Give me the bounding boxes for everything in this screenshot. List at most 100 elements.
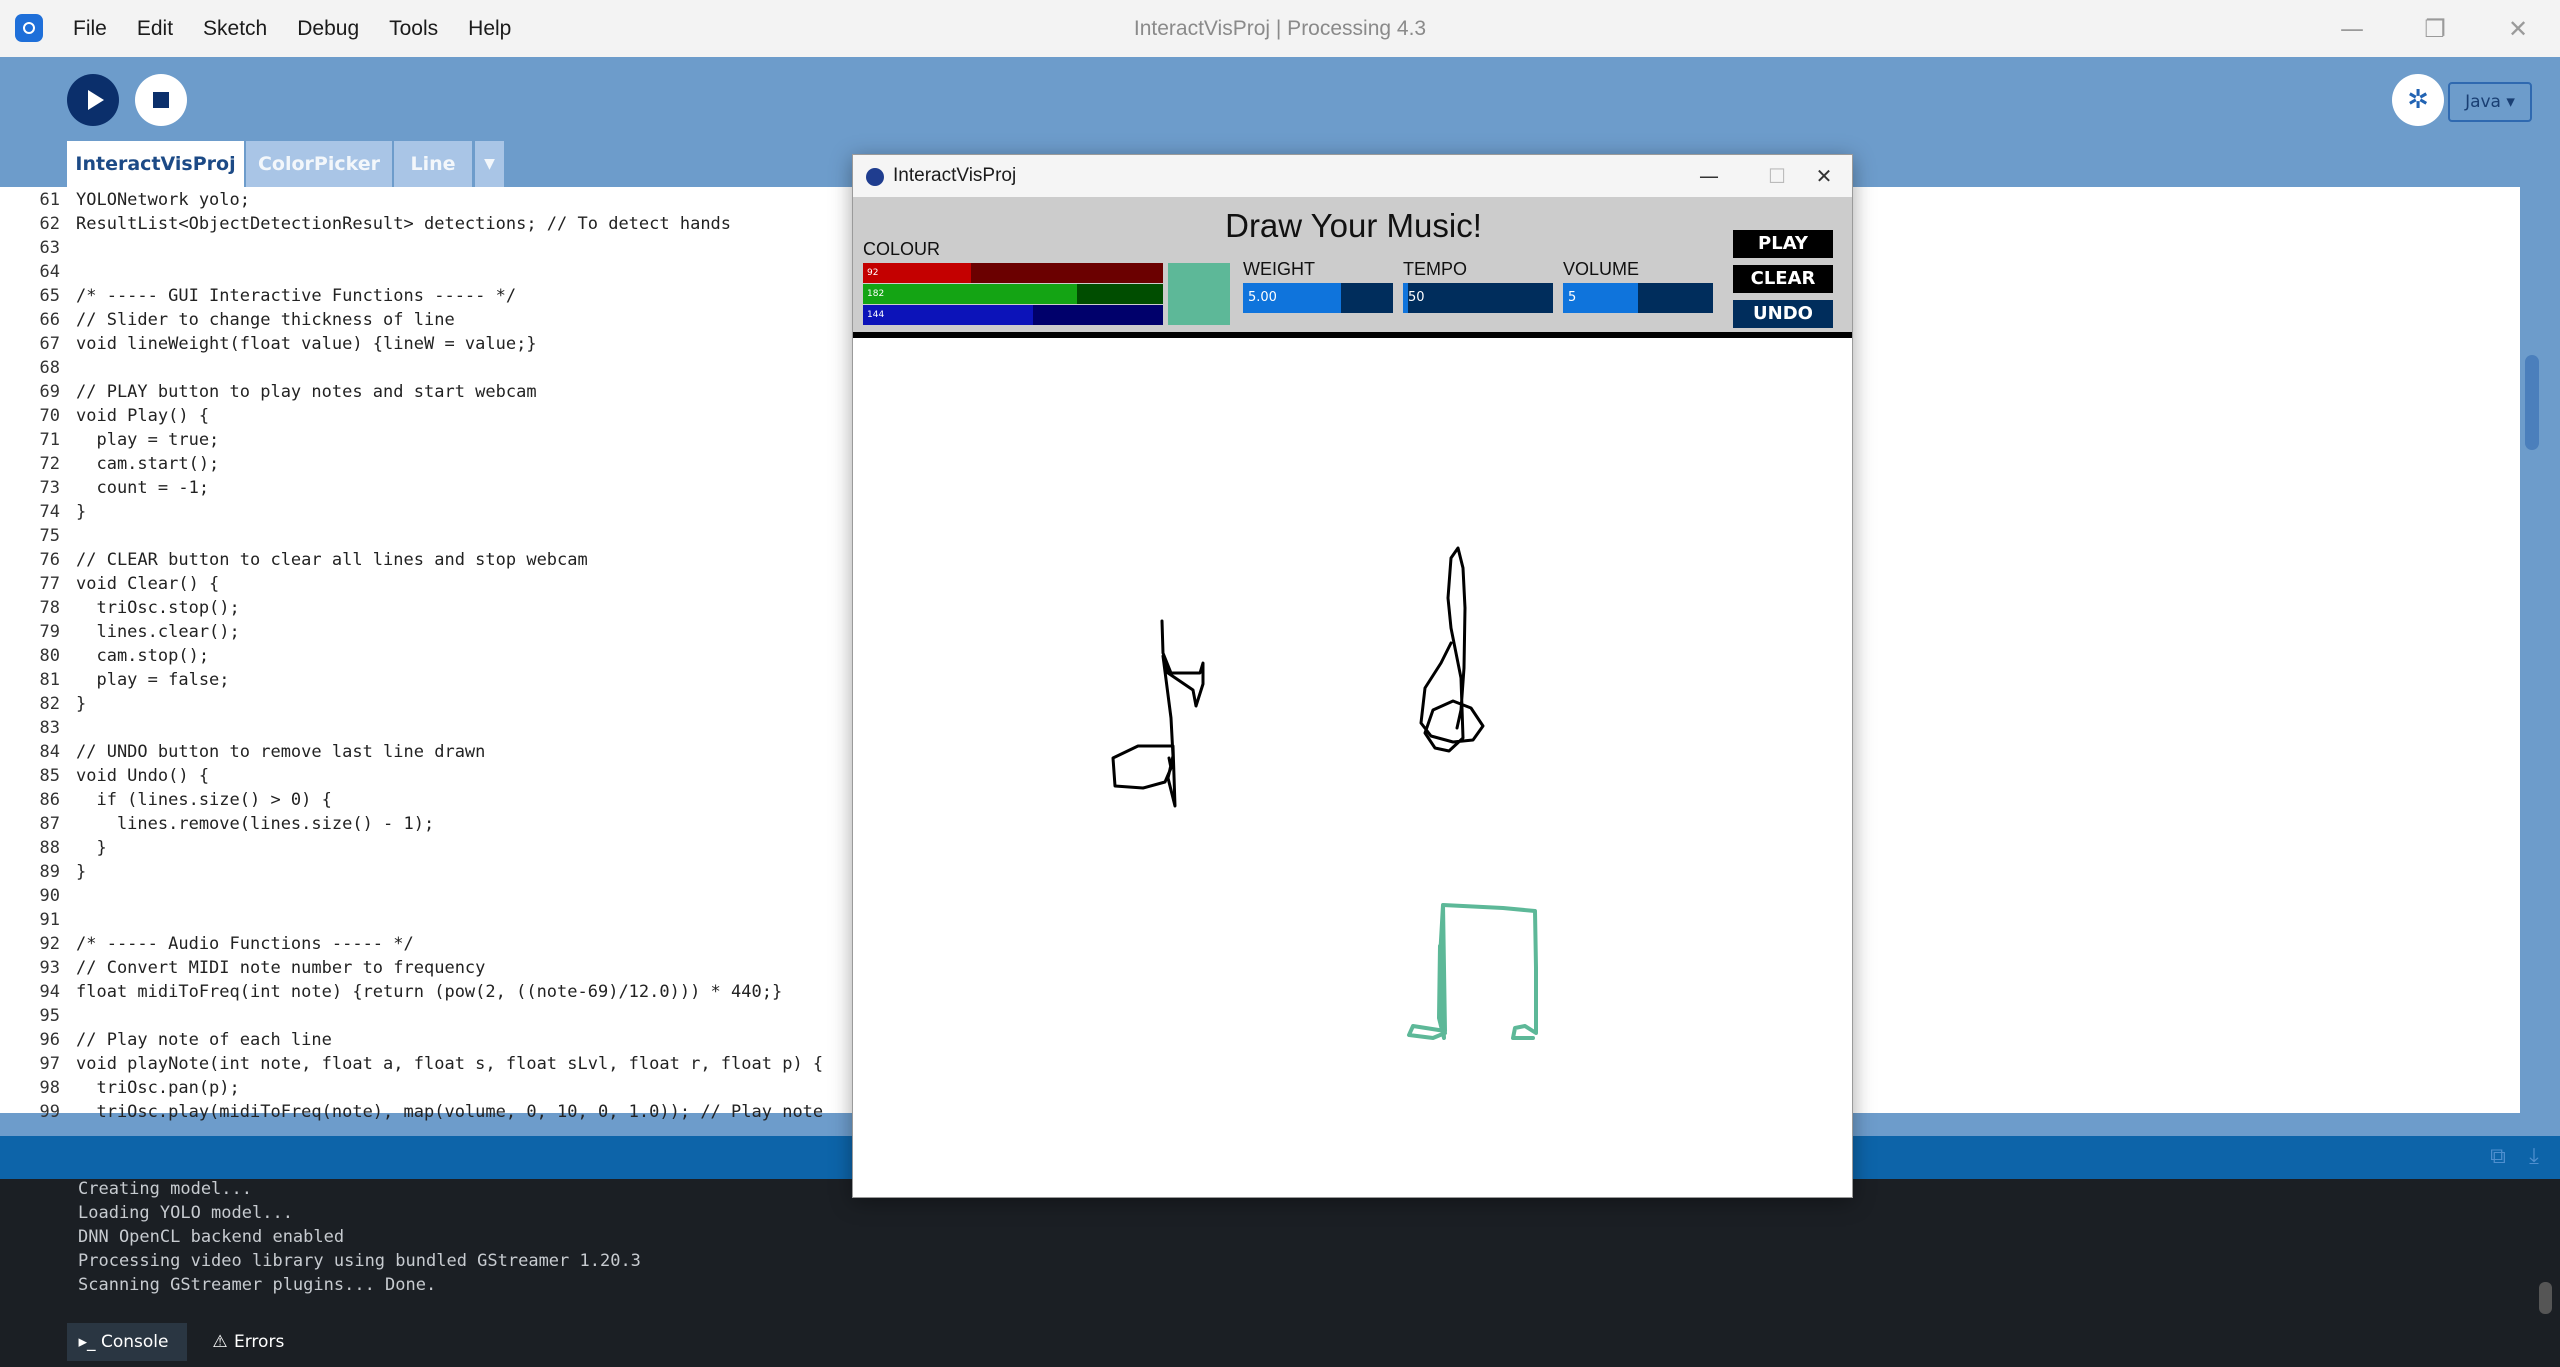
code-line[interactable]: lines.clear(); [76,620,239,644]
menu-debug[interactable]: Debug [282,17,374,41]
sketch-window-title: InteractVisProj [893,165,1017,186]
line-number: 65 [39,286,60,306]
code-line[interactable]: } [76,500,86,524]
code-line[interactable]: triOsc.stop(); [76,596,239,620]
code-line[interactable]: play = false; [76,668,229,692]
menu-tools[interactable]: Tools [374,17,453,41]
console-scrollbar-thumb[interactable] [2539,1282,2552,1314]
code-line[interactable]: void playNote(int note, float a, float s… [76,1052,823,1076]
code-line[interactable]: /* ----- GUI Interactive Functions -----… [76,284,516,308]
code-line[interactable]: void Undo() { [76,764,209,788]
weight-label: WEIGHT [1243,259,1315,279]
mode-selector[interactable]: Java ▾ [2448,82,2532,122]
line-number: 77 [39,574,60,594]
code-line[interactable]: } [76,836,106,860]
sketch-minimize-icon[interactable]: — [1679,155,1739,197]
run-button[interactable] [67,74,119,126]
line-number: 76 [39,550,60,570]
stop-button[interactable] [135,74,187,126]
play-button[interactable]: PLAY [1733,230,1833,258]
code-line[interactable]: // CLEAR button to clear all lines and s… [76,548,588,572]
line-number: 62 [39,214,60,234]
line-number: 96 [39,1030,60,1050]
line-number: 79 [39,622,60,642]
menu-help[interactable]: Help [453,17,526,41]
drawing-canvas[interactable] [853,338,1853,1198]
code-line[interactable]: // UNDO button to remove last line drawn [76,740,485,764]
line-number: 64 [39,262,60,282]
sketch-title-bar[interactable]: InteractVisProj — ☐ ✕ [853,155,1852,197]
console-tab[interactable]: ▸_ Console [67,1323,187,1361]
line-number: 91 [39,910,60,930]
blue-slider-fill [863,305,1033,325]
warning-icon: ⚠ [212,1332,228,1352]
tempo-label: TEMPO [1403,259,1468,279]
line-number: 94 [39,982,60,1002]
code-line[interactable]: // Convert MIDI note number to frequency [76,956,485,980]
code-line[interactable]: void lineWeight(float value) {lineW = va… [76,332,537,356]
code-line[interactable]: cam.stop(); [76,644,209,668]
colour-preview-swatch [1168,263,1230,325]
line-number: 90 [39,886,60,906]
errors-tab[interactable]: ⚠ Errors [200,1323,320,1361]
editor-scrollbar-track[interactable] [2520,187,2560,1113]
line-number: 98 [39,1078,60,1098]
console-line: Processing video library using bundled G… [78,1251,641,1271]
code-line[interactable]: if (lines.size() > 0) { [76,788,331,812]
code-line[interactable]: lines.remove(lines.size() - 1); [76,812,434,836]
code-line[interactable]: YOLONetwork yolo; [76,188,250,212]
maximize-icon[interactable]: ❐ [2395,0,2475,57]
tempo-slider[interactable]: 50 [1403,283,1553,313]
code-line[interactable]: // Play note of each line [76,1028,332,1052]
code-line[interactable]: float midiToFreq(int note) {return (pow(… [76,980,782,1004]
tab-line[interactable]: Line [394,141,472,187]
minimize-icon[interactable]: — [2312,0,2392,57]
code-line[interactable]: count = -1; [76,476,209,500]
line-number: 87 [39,814,60,834]
code-line[interactable]: // PLAY button to play notes and start w… [76,380,537,404]
menu-edit[interactable]: Edit [122,17,188,41]
line-number: 70 [39,406,60,426]
code-line[interactable]: void Clear() { [76,572,219,596]
errors-tab-label: Errors [234,1332,285,1352]
line-number: 63 [39,238,60,258]
code-line[interactable]: triOsc.play(midiToFreq(note), map(volume… [76,1100,823,1124]
blue-slider[interactable]: 144 [863,305,1163,325]
code-line[interactable]: void Play() { [76,404,209,428]
tab-interactvisproj[interactable]: InteractVisProj [67,141,244,187]
undo-button[interactable]: UNDO [1733,300,1833,328]
tab-menu-chevron-icon[interactable]: ▼ [475,141,504,187]
code-line[interactable]: } [76,860,86,884]
code-line[interactable]: // Slider to change thickness of line [76,308,455,332]
menu-bar: File Edit Sketch Debug Tools Help [58,0,526,57]
line-number: 81 [39,670,60,690]
red-slider[interactable]: 92 [863,263,1163,283]
line-number: 74 [39,502,60,522]
line-number: 95 [39,1006,60,1026]
close-icon[interactable]: ✕ [2478,0,2558,57]
weight-slider[interactable]: 5.00 [1243,283,1393,313]
tab-colorpicker[interactable]: ColorPicker [246,141,392,187]
code-line[interactable]: /* ----- Audio Functions ----- */ [76,932,414,956]
line-number: 92 [39,934,60,954]
code-line[interactable]: cam.start(); [76,452,219,476]
clear-button[interactable]: CLEAR [1733,265,1833,293]
copy-console-icon[interactable]: ⧉ [2484,1143,2512,1171]
sketch-close-icon[interactable]: ✕ [1794,155,1852,197]
beamed-notes-drawing [1407,903,1538,1040]
code-line[interactable]: ResultList<ObjectDetectionResult> detect… [76,212,731,236]
debugger-icon[interactable]: ✲ [2392,74,2444,126]
code-line[interactable]: } [76,692,86,716]
green-slider[interactable]: 182 [863,284,1163,304]
sketch-app-icon [866,168,884,186]
volume-slider[interactable]: 5 [1563,283,1713,313]
line-number: 85 [39,766,60,786]
menu-file[interactable]: File [58,17,122,41]
code-line[interactable]: play = true; [76,428,219,452]
menu-sketch[interactable]: Sketch [188,17,282,41]
editor-scrollbar-thumb[interactable] [2525,355,2539,450]
collapse-console-icon[interactable]: ⤓ [2520,1143,2548,1171]
line-number: 66 [39,310,60,330]
code-line[interactable]: triOsc.pan(p); [76,1076,239,1100]
console-line: Creating model... [78,1179,252,1199]
